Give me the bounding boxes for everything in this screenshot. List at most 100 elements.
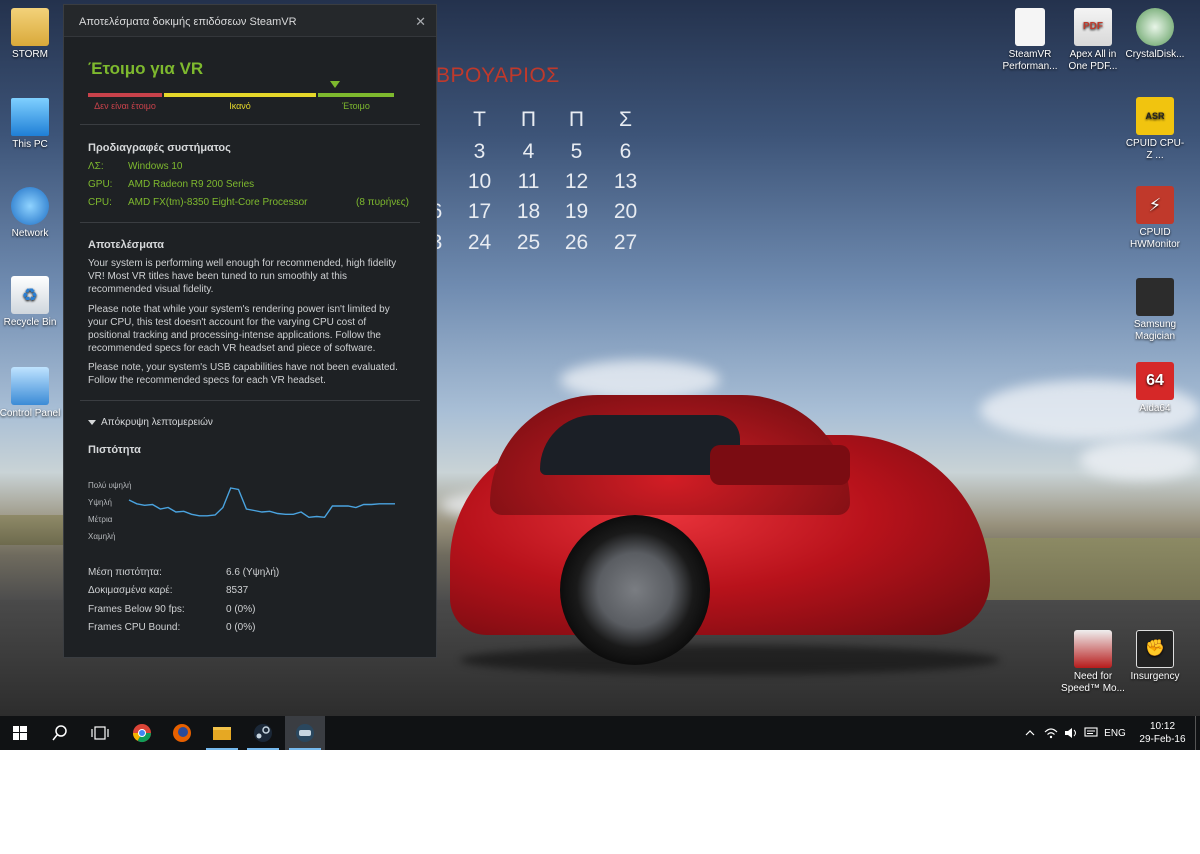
desktop: ΒΡΟΥΑΡΙΟΣ Τ Π Π Σ 3 4 5 6 10 11 12 13 6	[0, 0, 1200, 750]
close-icon[interactable]: ✕	[415, 14, 426, 30]
calendar-week: 10 11 12 13	[430, 170, 660, 198]
desktop-icon-label: CPUID HWMonitor	[1129, 227, 1180, 250]
chrome-button[interactable]	[122, 716, 162, 750]
stat-value: 0 (0%)	[226, 622, 256, 633]
calendar-day: 12	[564, 170, 589, 193]
fidelity-graph	[128, 487, 395, 519]
desktop-icon-label: Aida64	[1139, 403, 1171, 414]
file-explorer-button[interactable]	[202, 716, 242, 750]
desktop-icon-hwmonitor[interactable]: ⚡ CPUID HWMonitor	[1123, 186, 1187, 251]
desktop-icon-recycle-bin[interactable]: ♻ Recycle Bin	[0, 276, 62, 329]
chevron-up-icon	[1025, 730, 1035, 736]
desktop-icon-label: CrystalDisk...	[1125, 49, 1185, 60]
spec-os-value: Windows 10	[128, 161, 183, 172]
show-desktop-button[interactable]	[1195, 716, 1200, 750]
desktop-icon-crystaldisk[interactable]: CrystalDisk...	[1123, 8, 1187, 61]
control-panel-icon	[11, 367, 49, 405]
cloud	[560, 360, 720, 400]
desktop-icon-label: Samsung Magician	[1133, 319, 1177, 342]
stat-label: Μέση πιστότητα:	[88, 567, 162, 578]
calendar-day-headers: Τ Π Π Σ	[430, 108, 660, 136]
folder-icon	[11, 8, 49, 46]
scale-label-capable: Ικανό	[229, 101, 251, 111]
calendar-week: 6 17 18 19 20	[430, 200, 660, 228]
search-button[interactable]	[40, 716, 80, 750]
steam-icon	[254, 724, 272, 742]
desktop-icon-aida64[interactable]: 64 Aida64	[1123, 362, 1187, 415]
calendar-day: 11	[517, 170, 540, 193]
desktop-icon-control-panel[interactable]: Control Panel	[0, 367, 62, 420]
field	[0, 515, 70, 545]
steamvr-results-window: Αποτελέσματα δοκιμής επιδόσεων SteamVR ✕…	[63, 4, 437, 658]
calendar-day-header: Σ	[619, 108, 632, 131]
task-view-button[interactable]	[80, 716, 120, 750]
fidelity-level-low: Χαμηλή	[88, 532, 116, 541]
action-center-button[interactable]	[1081, 716, 1101, 750]
calendar-day: 3	[473, 140, 486, 163]
active-indicator	[247, 748, 279, 750]
triangle-down-icon	[88, 419, 96, 425]
desktop-icon-need-for-speed[interactable]: Need for Speed™ Mo...	[1061, 630, 1125, 695]
desktop-icon-insurgency[interactable]: ✊ Insurgency	[1123, 630, 1187, 683]
start-button[interactable]	[0, 716, 40, 750]
desktop-icon-label: STORM	[12, 49, 48, 60]
scale-marker-icon	[330, 81, 340, 88]
calendar-day-header: Π	[520, 108, 537, 131]
calendar-day: 13	[613, 170, 638, 193]
desktop-icon-this-pc[interactable]: This PC	[0, 98, 62, 151]
window-titlebar[interactable]: Αποτελέσματα δοκιμής επιδόσεων SteamVR ✕	[64, 5, 436, 37]
network-icon	[11, 187, 49, 225]
steamvr-button[interactable]	[285, 716, 325, 750]
desktop-icon-samsung-magician[interactable]: Samsung Magician	[1123, 278, 1187, 343]
calendar-day-header: Τ	[473, 108, 486, 131]
calendar-day: 27	[613, 231, 638, 254]
desktop-icon-network[interactable]: Network	[0, 187, 62, 240]
divider	[80, 400, 420, 401]
fidelity-level-medium: Μέτρια	[88, 515, 113, 524]
steamvr-icon	[296, 724, 314, 742]
show-hidden-icons-button[interactable]	[1020, 716, 1040, 750]
spec-gpu-label: GPU:	[88, 179, 113, 190]
pdf-icon: PDF	[1074, 8, 1112, 46]
desktop-icon-storm[interactable]: STORM	[0, 8, 62, 61]
desktop-icon-label: Insurgency	[1130, 671, 1180, 682]
calendar-day: 19	[564, 200, 589, 223]
stat-label: Frames Below 90 fps:	[88, 604, 185, 615]
clock[interactable]: 10:12 29-Feb-16	[1135, 716, 1190, 750]
firefox-button[interactable]	[162, 716, 202, 750]
chrome-icon	[133, 724, 151, 743]
insurgency-icon: ✊	[1136, 630, 1174, 668]
cpuz-icon: ASR	[1136, 97, 1174, 135]
desktop-icon-steamvr-performance[interactable]: SteamVR Performan...	[998, 8, 1062, 73]
calendar-week: 3 4 5 6	[430, 140, 660, 168]
desktop-icon-apex-pdf[interactable]: PDF Apex All in One PDF...	[1061, 8, 1125, 73]
calendar-day: 10	[467, 170, 492, 193]
aida64-icon: 64	[1136, 362, 1174, 400]
desktop-icon-cpuz[interactable]: ASR CPUID CPU-Z ...	[1123, 97, 1187, 162]
fidelity-level-high: Υψηλή	[88, 498, 112, 507]
desktop-icon-label: Control Panel	[0, 408, 61, 419]
hide-details-label: Απόκρυψη λεπτομερειών	[101, 417, 213, 428]
verdict-heading: Έτοιμο για VR	[88, 59, 204, 78]
wifi-icon	[1044, 728, 1058, 739]
computer-icon	[11, 98, 49, 136]
active-indicator	[206, 748, 238, 750]
stat-value: 8537	[226, 585, 249, 596]
spec-gpu-value: AMD Radeon R9 200 Series	[128, 179, 255, 190]
cloud	[1080, 440, 1200, 480]
search-icon	[52, 725, 67, 741]
samsung-magician-icon	[1136, 278, 1174, 316]
desktop-icon-label: Network	[11, 228, 49, 239]
window-title: Αποτελέσματα δοκιμής επιδόσεων SteamVR	[79, 16, 297, 28]
network-tray-button[interactable]	[1041, 716, 1061, 750]
spec-cpu-cores: (8 πυρήνες)	[356, 197, 409, 208]
steam-button[interactable]	[243, 716, 283, 750]
spec-cpu-label: CPU:	[88, 197, 112, 208]
hide-details-toggle[interactable]: Απόκρυψη λεπτομερειών	[88, 417, 213, 428]
scale-label-ready: Έτοιμο	[342, 101, 370, 111]
desktop-icon-label: SteamVR Performan...	[1002, 49, 1058, 72]
language-indicator[interactable]: ENG	[1101, 716, 1129, 750]
volume-tray-button[interactable]	[1061, 716, 1081, 750]
windows-icon	[13, 726, 27, 740]
specs-heading: Προδιαγραφές συστήματος	[88, 142, 231, 154]
